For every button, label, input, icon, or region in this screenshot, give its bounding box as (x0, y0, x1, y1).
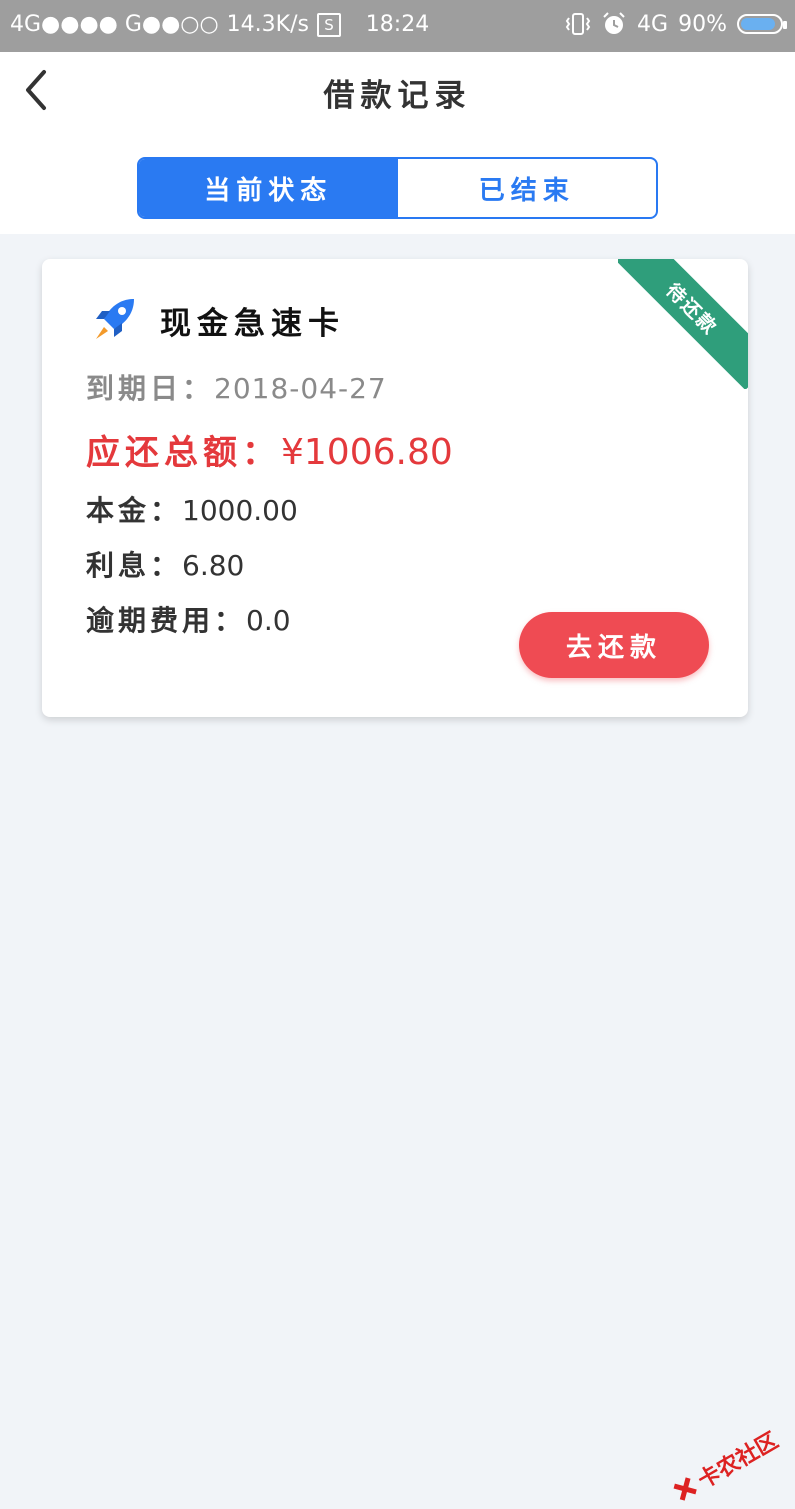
repay-button[interactable]: 去还款 (519, 612, 709, 678)
alarm-icon (603, 12, 625, 34)
interest-label: 利息： (86, 549, 183, 582)
loan-card[interactable]: 待还款 现金急速卡 到期日：2018-04-27 应还总额：¥1006.80 本… (42, 259, 748, 717)
battery-cap (783, 21, 787, 29)
rocket-icon (96, 299, 134, 339)
battery-fill (741, 18, 775, 30)
interest-row: 利息：6.80 (86, 544, 244, 584)
watermark-text: 卡农社区 (694, 1428, 783, 1494)
page-title: 借款记录 (323, 78, 472, 114)
card-header: 现金急速卡 (90, 295, 345, 345)
vibrate-icon (565, 13, 591, 35)
total-due-value: ¥1006.80 (281, 432, 453, 473)
tab-switcher: 当前状态 已结束 (137, 157, 658, 219)
status-right: 4G 90% (565, 11, 787, 37)
total-due-label: 应还总额： (86, 433, 281, 473)
due-date-label: 到期日： (86, 372, 215, 405)
header-area: 借款记录 当前状态 已结束 (0, 52, 795, 234)
due-date-row: 到期日：2018-04-27 (86, 367, 387, 407)
overdue-fee-value: 0.0 (246, 604, 291, 637)
status-ribbon: 待还款 (618, 259, 748, 389)
interest-value: 6.80 (182, 549, 245, 582)
product-name: 现金急速卡 (160, 305, 345, 342)
status-ribbon-label: 待还款 (618, 259, 748, 389)
principal-row: 本金：1000.00 (86, 489, 298, 529)
overdue-fee-label: 逾期费用： (86, 604, 247, 637)
tab-finished[interactable]: 已结束 (398, 159, 657, 217)
status-bar: 4G●●●● G●●○○ 14.3K/s S 18:24 4G 90% (0, 0, 795, 52)
battery-icon (737, 14, 787, 34)
tab-current-status[interactable]: 当前状态 (139, 159, 398, 217)
battery-percent: 90% (678, 11, 727, 37)
network-4g-label: 4G (637, 11, 669, 37)
watermark: 卡农社区 (667, 1423, 783, 1509)
total-due-row: 应还总额：¥1006.80 (86, 425, 453, 474)
overdue-fee-row: 逾期费用：0.0 (86, 599, 291, 639)
principal-value: 1000.00 (182, 494, 298, 527)
principal-label: 本金： (86, 494, 183, 527)
due-date-value: 2018-04-27 (214, 372, 387, 405)
